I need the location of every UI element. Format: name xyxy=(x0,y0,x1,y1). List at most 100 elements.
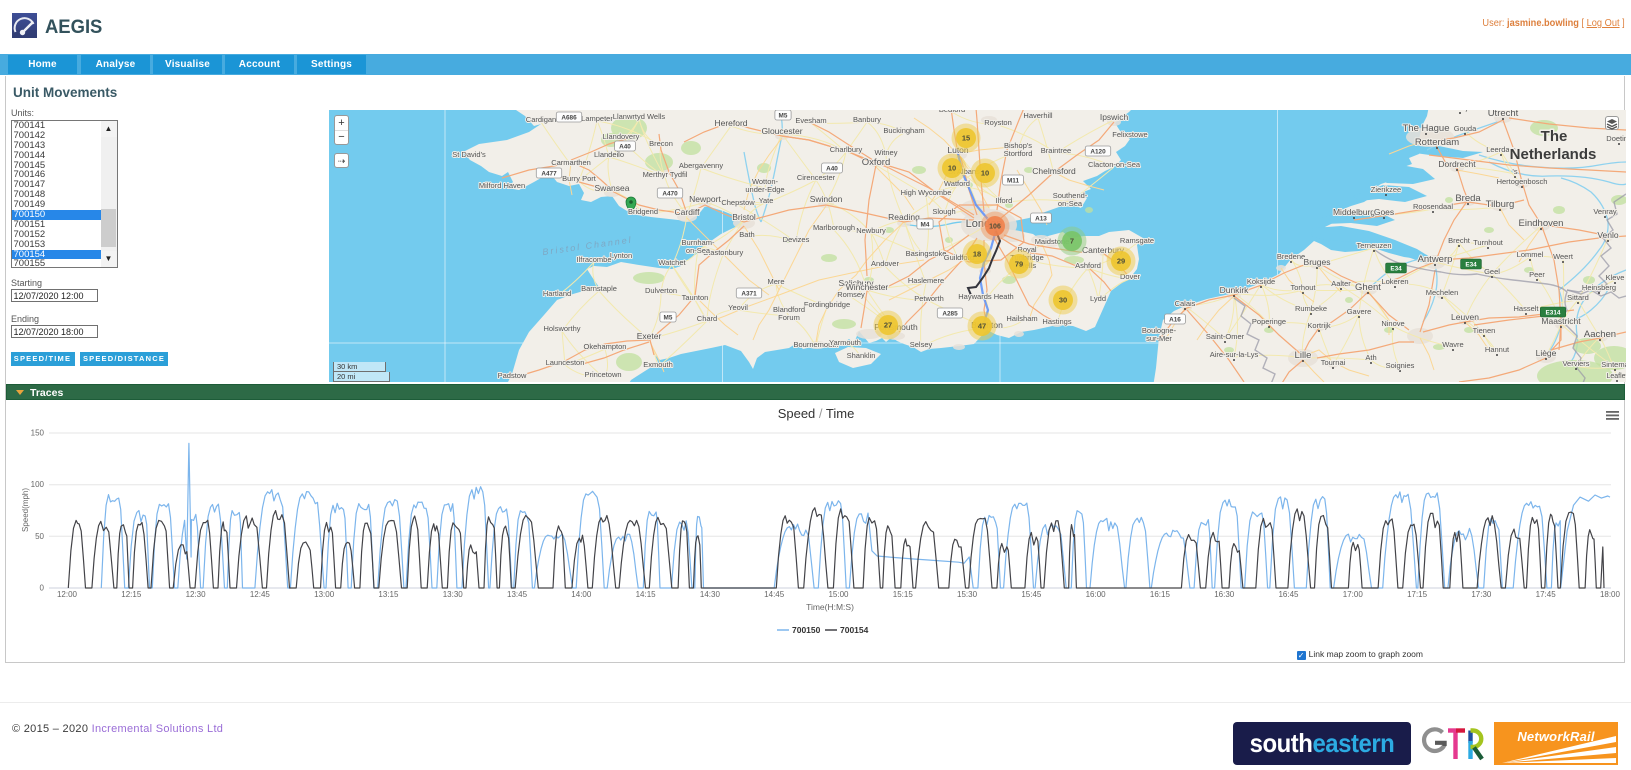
svg-text:Ramsgate: Ramsgate xyxy=(1120,236,1154,245)
svg-text:17:45: 17:45 xyxy=(1536,590,1557,599)
svg-text:17:30: 17:30 xyxy=(1471,590,1492,599)
svg-text:E34: E34 xyxy=(1390,266,1402,273)
svg-text:Leaflet: Leaflet xyxy=(1606,373,1626,380)
svg-text:Devizes: Devizes xyxy=(783,235,810,244)
svg-text:Dulverton: Dulverton xyxy=(645,286,677,295)
svg-text:Weert: Weert xyxy=(1553,252,1574,261)
svg-text:Lydd: Lydd xyxy=(1090,294,1106,303)
svg-text:15:00: 15:00 xyxy=(828,590,849,599)
svg-text:Antwerp: Antwerp xyxy=(1418,254,1453,265)
svg-text:en Rijn: en Rijn xyxy=(1448,110,1471,112)
svg-text:12:45: 12:45 xyxy=(250,590,271,599)
svg-text:Lokeren: Lokeren xyxy=(1381,277,1408,286)
svg-text:Cardiff: Cardiff xyxy=(675,207,701,217)
svg-text:30: 30 xyxy=(1059,296,1067,305)
svg-text:15: 15 xyxy=(962,134,970,143)
svg-text:'s: 's xyxy=(1512,167,1517,176)
svg-text:Hannut: Hannut xyxy=(1485,345,1510,354)
svg-text:Hasselt: Hasselt xyxy=(1513,304,1539,313)
svg-text:Gavere: Gavere xyxy=(1347,307,1372,316)
svg-text:Speed(mph): Speed(mph) xyxy=(21,488,30,532)
svg-text:Royston: Royston xyxy=(984,118,1012,127)
svg-text:Geel: Geel xyxy=(1484,267,1500,276)
svg-text:Tournai: Tournai xyxy=(1321,358,1346,367)
svg-text:Utrecht: Utrecht xyxy=(1488,110,1519,119)
svg-text:Poperinge: Poperinge xyxy=(1252,317,1286,326)
svg-text:Dordrecht: Dordrecht xyxy=(1438,159,1476,169)
svg-text:Newbury: Newbury xyxy=(856,226,886,235)
svg-text:A120: A120 xyxy=(1090,149,1106,156)
svg-text:17:15: 17:15 xyxy=(1407,590,1428,599)
svg-text:16:15: 16:15 xyxy=(1150,590,1171,599)
svg-text:M5: M5 xyxy=(664,315,673,322)
svg-text:Andover: Andover xyxy=(871,259,899,268)
svg-text:Exeter: Exeter xyxy=(637,331,662,341)
svg-text:Peer: Peer xyxy=(1529,270,1545,279)
svg-text:Hastings: Hastings xyxy=(1042,317,1071,326)
svg-text:Aalter: Aalter xyxy=(1331,279,1351,288)
svg-text:Slough: Slough xyxy=(932,207,955,216)
svg-text:Bath: Bath xyxy=(739,230,754,239)
svg-text:Cirencester: Cirencester xyxy=(797,173,836,182)
svg-text:Heinsberg: Heinsberg xyxy=(1582,283,1616,292)
svg-text:700154: 700154 xyxy=(840,625,869,635)
svg-text:Terneuzen: Terneuzen xyxy=(1356,241,1391,250)
svg-text:The: The xyxy=(1541,128,1568,145)
svg-text:Ashford: Ashford xyxy=(1075,261,1101,270)
svg-text:Verviers: Verviers xyxy=(1562,359,1589,368)
svg-text:Rotterdam: Rotterdam xyxy=(1415,137,1459,148)
svg-text:Marlborough: Marlborough xyxy=(813,223,855,232)
svg-text:Evesham: Evesham xyxy=(795,116,826,125)
svg-text:Ath: Ath xyxy=(1365,353,1376,362)
svg-text:Hailsham: Hailsham xyxy=(1006,314,1037,323)
svg-text:Hertogenbosch: Hertogenbosch xyxy=(1497,177,1548,186)
svg-text:Cardigan: Cardigan xyxy=(526,115,556,124)
svg-text:Swindon: Swindon xyxy=(810,194,843,204)
svg-text:Swansea: Swansea xyxy=(595,183,630,193)
svg-text:Soignies: Soignies xyxy=(1386,361,1415,370)
svg-text:Bishop'sStortford: Bishop'sStortford xyxy=(1004,141,1033,158)
svg-text:A16: A16 xyxy=(1169,317,1181,324)
svg-text:Ghent: Ghent xyxy=(1355,282,1381,293)
svg-text:Llandovery: Llandovery xyxy=(603,132,640,141)
svg-text:The Hague: The Hague xyxy=(1402,123,1449,134)
svg-text:Dunkirk: Dunkirk xyxy=(1220,285,1250,295)
svg-text:Wavre: Wavre xyxy=(1442,340,1463,349)
svg-text:Clacton-on-Sea: Clacton-on-Sea xyxy=(1088,160,1141,169)
svg-text:Sittard: Sittard xyxy=(1567,293,1589,302)
svg-text:Zierikzee: Zierikzee xyxy=(1371,185,1401,194)
svg-text:Mechelen: Mechelen xyxy=(1426,288,1459,297)
svg-text:Lynton: Lynton xyxy=(610,251,632,260)
svg-text:Buckingham: Buckingham xyxy=(883,126,924,135)
svg-text:Mere: Mere xyxy=(767,277,784,286)
svg-text:E314: E314 xyxy=(1546,310,1561,317)
svg-text:Launceston: Launceston xyxy=(546,358,585,367)
svg-text:16:45: 16:45 xyxy=(1278,590,1299,599)
svg-text:Goes: Goes xyxy=(1374,207,1394,217)
svg-text:14:45: 14:45 xyxy=(764,590,785,599)
svg-text:Padstow: Padstow xyxy=(498,371,527,380)
svg-text:Venlo: Venlo xyxy=(1597,230,1619,240)
svg-text:Calais: Calais xyxy=(1175,299,1196,308)
svg-text:Yeovil: Yeovil xyxy=(728,303,748,312)
svg-text:A285: A285 xyxy=(942,311,958,318)
svg-text:Burnham-on-Sea: Burnham-on-Sea xyxy=(682,238,715,255)
svg-text:Roosendaal: Roosendaal xyxy=(1413,202,1453,211)
svg-text:M4: M4 xyxy=(921,222,930,229)
svg-text:0: 0 xyxy=(40,584,45,593)
svg-text:A40: A40 xyxy=(619,144,631,151)
svg-text:Bedford: Bedford xyxy=(939,110,965,114)
svg-text:Tilburg: Tilburg xyxy=(1486,199,1515,210)
svg-text:Rumbeke: Rumbeke xyxy=(1295,304,1327,313)
svg-text:Newport: Newport xyxy=(689,194,721,204)
svg-text:Ipswich: Ipswich xyxy=(1100,112,1129,122)
svg-text:Haverhill: Haverhill xyxy=(1023,111,1053,120)
svg-text:Taunton: Taunton xyxy=(682,293,709,302)
svg-text:Sintema: Sintema xyxy=(1601,360,1626,369)
svg-text:16:30: 16:30 xyxy=(1214,590,1235,599)
svg-text:Chard: Chard xyxy=(697,314,717,323)
svg-text:Felixstowe: Felixstowe xyxy=(1112,130,1147,139)
svg-text:Saint-Omer: Saint-Omer xyxy=(1206,332,1245,341)
svg-text:13:45: 13:45 xyxy=(507,590,528,599)
svg-text:M11: M11 xyxy=(1007,178,1020,185)
